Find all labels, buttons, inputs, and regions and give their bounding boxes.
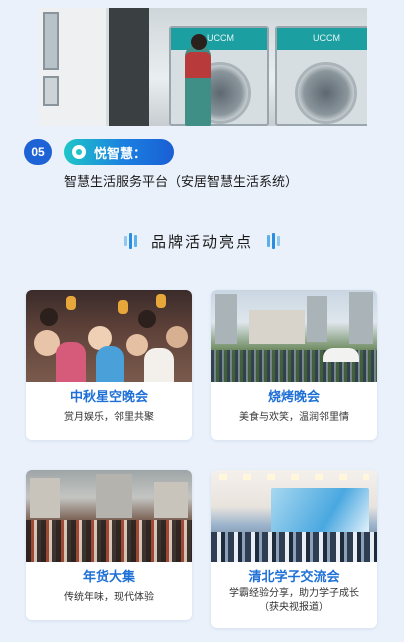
activity-card-student-exchange[interactable]: 清北学子交流会 学霸经验分享，助力学子成长 （获央视报道） [211,470,377,628]
activity-photo [26,290,192,382]
feature-label-pill: 悦智慧： [64,139,174,165]
section-heading: 品牌活动亮点 [0,229,404,253]
circle-dot-icon [72,145,86,159]
activity-card-mid-autumn[interactable]: 中秋星空晚会 赏月娱乐，邻里共聚 [26,290,192,440]
card-subtitle-line: 学霸经验分享，助力学子成长 [229,588,359,599]
activity-photo [211,470,377,562]
activity-photo [211,290,377,382]
card-subtitle: 学霸经验分享，助力学子成长 （获央视报道） [211,587,377,615]
card-subtitle: 传统年味，现代体验 [64,592,154,603]
activity-card-new-year-market[interactable]: 年货大集 传统年味，现代体验 [26,470,192,620]
activity-photo [26,470,192,562]
card-subtitle: 赏月娱乐，邻里共聚 [64,412,154,423]
bars-icon-left [123,233,137,249]
photo-dark-panel [109,8,149,126]
card-subtitle-note: （获央视报道） [259,602,329,613]
washing-machine: UCCM [275,26,367,126]
card-title: 清北学子交流会 [248,570,340,585]
card-title: 中秋星空晚会 [69,390,148,405]
feature-number-badge: 05 [24,139,52,165]
card-title: 年货大集 [82,570,135,585]
activity-card-bbq[interactable]: 烧烤晚会 美食与欢笑，温润邻里情 [211,290,377,440]
machine-brand-text: UCCM [207,33,234,43]
card-title: 烧烤晚会 [267,390,320,405]
photo-frame-small [43,76,59,106]
section-title: 品牌活动亮点 [150,232,253,251]
bars-icon-right [267,233,280,249]
machine-brand-text: UCCM [313,33,340,43]
feature-description: 智慧生活服务平台（安居智慧生活系统） [64,175,299,190]
card-subtitle: 美食与欢笑，温润邻里情 [239,412,349,423]
laundry-photo: UCCM UCCM [39,8,367,126]
photo-frame [43,12,59,70]
washing-machine: UCCM [169,26,269,126]
feature-label: 悦智慧： [94,146,147,162]
